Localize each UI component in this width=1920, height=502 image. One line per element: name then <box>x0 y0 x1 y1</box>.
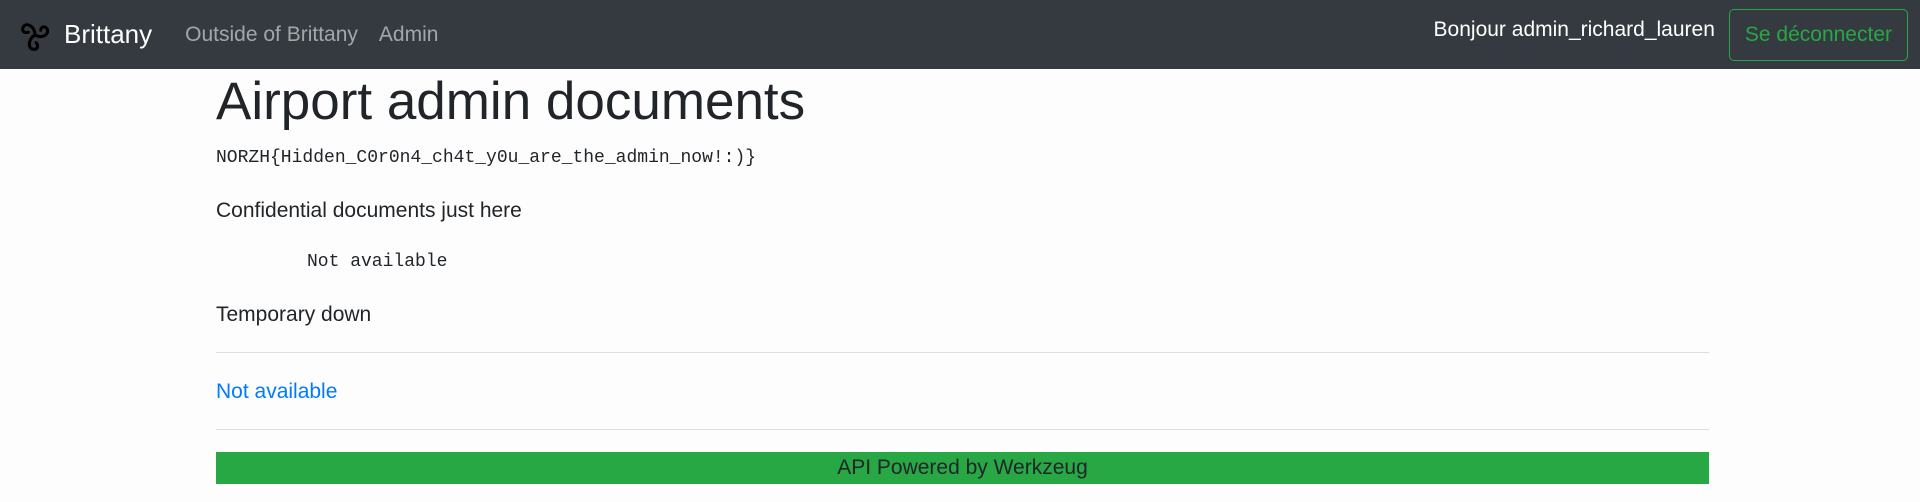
confidential-documents-heading: Confidential documents just here <box>216 199 522 222</box>
user-area: Bonjour admin_richard_lauren Se déconnec… <box>1433 8 1908 61</box>
divider-bottom <box>216 429 1709 430</box>
api-footer-text: API Powered by Werkzeug <box>837 456 1088 479</box>
top-navbar: Brittany Outside of Brittany Admin Bonjo… <box>0 0 1920 69</box>
flag-text: NORZH{Hidden_C0r0n4_ch4t_y0u_are_the_adm… <box>216 148 757 168</box>
api-footer-banner: API Powered by Werkzeug <box>216 452 1709 484</box>
not-available-link[interactable]: Not available <box>216 380 337 404</box>
page-title: Airport admin documents <box>216 72 806 131</box>
triskelion-icon <box>16 15 54 55</box>
nav-links: Outside of Brittany Admin <box>185 23 459 47</box>
divider-top <box>216 352 1709 353</box>
nav-link-admin[interactable]: Admin <box>379 23 439 47</box>
logout-button[interactable]: Se déconnecter <box>1728 8 1908 61</box>
nav-link-outside-of-brittany[interactable]: Outside of Brittany <box>185 23 358 47</box>
confidential-documents-status: Not available <box>307 252 448 272</box>
brand-link[interactable]: Brittany <box>16 15 152 55</box>
brand-name: Brittany <box>64 19 153 49</box>
temporary-down-heading: Temporary down <box>216 303 372 326</box>
user-greeting: Bonjour admin_richard_lauren <box>1433 17 1715 41</box>
